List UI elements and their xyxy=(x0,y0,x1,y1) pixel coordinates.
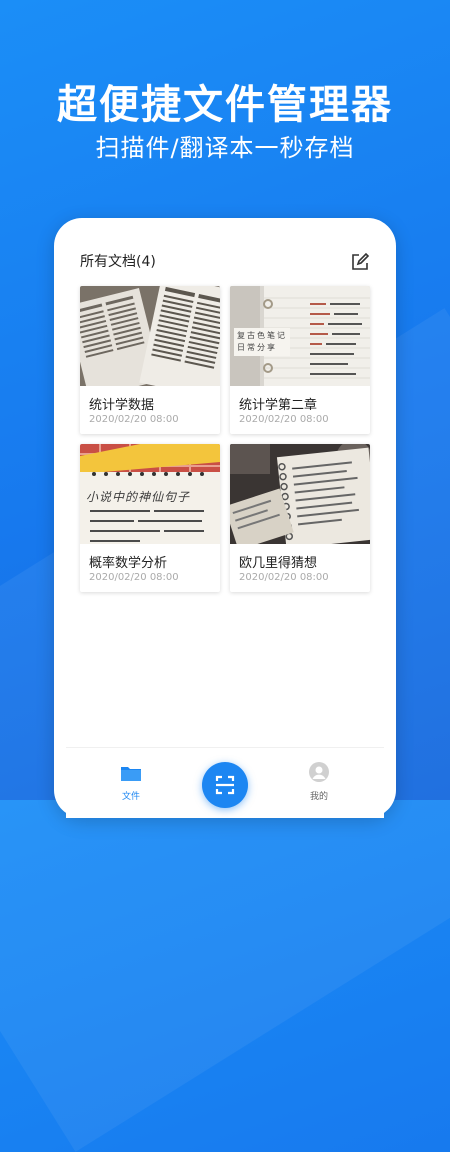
notebook-stamp: 复古色笔记 日常分享 xyxy=(234,328,290,356)
hero-subline: 扫描件/翻译本一秒存档 xyxy=(95,134,355,162)
avatar-icon xyxy=(309,762,329,785)
scan-icon xyxy=(202,775,248,812)
document-date: 2020/02/20 08:00 xyxy=(89,572,179,583)
document-date: 2020/02/20 08:00 xyxy=(239,414,329,425)
handwriting-title: 小说中的神仙句子 xyxy=(86,490,191,504)
folder-icon xyxy=(120,767,142,785)
document-name: 统计学数据 xyxy=(89,398,155,413)
document-card[interactable]: 小说中的神仙句子 概率数学分析 2020/02/20 08:00 xyxy=(80,444,220,592)
document-thumbnail: 小说中的神仙句子 xyxy=(80,444,220,544)
document-thumbnail: 复古色笔记 日常分享 xyxy=(230,286,370,386)
tab-files[interactable]: 文件 xyxy=(101,764,161,802)
document-name: 统计学第二章 xyxy=(239,398,318,413)
document-thumbnail xyxy=(230,444,370,544)
document-date: 2020/02/20 08:00 xyxy=(89,414,179,425)
edit-icon[interactable] xyxy=(350,252,370,272)
tab-files-label: 文件 xyxy=(121,792,140,802)
document-header: 所有文档(4) xyxy=(80,250,370,274)
document-date: 2020/02/20 08:00 xyxy=(239,572,329,583)
phone-frame: 所有文档(4) 统计学数据 2020/02/20 08:00 复古色笔记 日常分… xyxy=(54,218,396,818)
document-card[interactable]: 统计学数据 2020/02/20 08:00 xyxy=(80,286,220,434)
hero-headline: 超便捷文件管理器 xyxy=(57,82,393,128)
document-name: 欧几里得猜想 xyxy=(239,556,318,571)
document-card[interactable]: 欧几里得猜想 2020/02/20 08:00 xyxy=(230,444,370,592)
document-thumbnail xyxy=(80,286,220,386)
document-name: 概率数学分析 xyxy=(89,556,168,571)
bottom-tab-bar: 文件 我的 xyxy=(66,747,384,818)
tab-mine[interactable]: 我的 xyxy=(289,762,349,802)
page-title: 所有文档(4) xyxy=(80,254,156,270)
scan-button[interactable] xyxy=(202,762,248,808)
tab-mine-label: 我的 xyxy=(309,792,328,802)
phone-screen: 所有文档(4) 统计学数据 2020/02/20 08:00 复古色笔记 日常分… xyxy=(66,228,384,818)
document-card[interactable]: 复古色笔记 日常分享 统计学第二章 2020/02/20 08:00 xyxy=(230,286,370,434)
